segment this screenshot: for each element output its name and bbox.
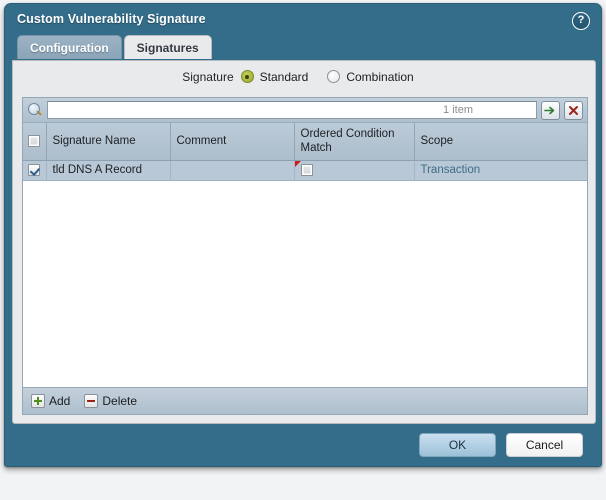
radio-standard-indicator[interactable] (240, 70, 254, 83)
row-scope: Transaction (414, 160, 587, 181)
signatures-panel: Signature Standard Combination 1 item Si… (12, 60, 596, 424)
signature-type-row: Signature Standard Combination (13, 61, 595, 88)
minus-icon (84, 394, 99, 408)
table-row[interactable]: tld DNS A Record Transaction (23, 160, 587, 181)
signatures-grid: 1 item Signature Name Comment Ordered Co… (22, 97, 588, 415)
dialog-footer: OK Cancel (5, 424, 601, 466)
table-header-row: Signature Name Comment Ordered Condition… (23, 123, 587, 161)
header-ordered-condition-match[interactable]: Ordered Condition Match (294, 123, 415, 161)
search-field-wrapper: 1 item (47, 101, 537, 119)
add-button-label: Add (49, 394, 71, 408)
row-ordered-condition-match[interactable] (294, 160, 415, 181)
plus-icon (31, 394, 45, 408)
radio-standard-label: Standard (259, 69, 309, 84)
validation-flag-icon (294, 160, 301, 167)
tab-configuration[interactable]: Configuration (17, 35, 122, 59)
select-all-checkbox[interactable] (28, 135, 41, 148)
header-comment[interactable]: Comment (170, 123, 295, 161)
radio-standard[interactable]: Standard (240, 69, 309, 84)
search-icon (28, 102, 43, 118)
row-signature-name: tld DNS A Record (46, 160, 171, 181)
red-x-icon (569, 105, 578, 115)
radio-combination[interactable]: Combination (327, 69, 414, 84)
table-scroll-area[interactable]: Signature Name Comment Ordered Condition… (23, 123, 587, 387)
row-scope-value: Transaction (420, 164, 481, 177)
signature-type-label: Signature (182, 69, 234, 84)
grid-search-toolbar: 1 item (23, 98, 587, 123)
dialog-title: Custom Vulnerability Signature (17, 12, 206, 26)
header-select-all[interactable] (23, 123, 47, 161)
radio-combination-indicator[interactable] (327, 70, 341, 83)
apply-filter-button[interactable] (541, 100, 560, 120)
row-select-checkbox[interactable] (28, 164, 41, 177)
dialog-titlebar: Custom Vulnerability Signature ? (5, 4, 601, 34)
table-header: Signature Name Comment Ordered Condition… (23, 123, 587, 161)
header-signature-name[interactable]: Signature Name (46, 123, 171, 161)
delete-button-label: Delete (102, 394, 138, 408)
add-button[interactable]: Add (31, 394, 70, 408)
green-arrow-icon (544, 106, 555, 114)
cancel-button[interactable]: Cancel (506, 433, 583, 457)
custom-vulnerability-signature-dialog: Custom Vulnerability Signature ? Configu… (4, 3, 602, 467)
delete-button[interactable]: Delete (84, 394, 137, 408)
clear-filter-button[interactable] (564, 100, 583, 120)
search-input[interactable] (47, 101, 537, 119)
header-scope[interactable]: Scope (414, 123, 587, 161)
tab-signatures[interactable]: Signatures (123, 35, 212, 59)
table-body: tld DNS A Record Transaction (23, 160, 587, 181)
signatures-table: Signature Name Comment Ordered Condition… (23, 123, 587, 181)
grid-action-toolbar: Add Delete (23, 387, 587, 414)
row-select-cell[interactable] (23, 160, 47, 181)
radio-combination-label: Combination (346, 69, 414, 84)
ok-button[interactable]: OK (419, 433, 496, 457)
help-icon[interactable]: ? (572, 12, 590, 30)
ordered-condition-match-checkbox[interactable] (300, 164, 313, 177)
row-comment (170, 160, 295, 181)
tab-strip: Configuration Signatures (5, 34, 601, 59)
